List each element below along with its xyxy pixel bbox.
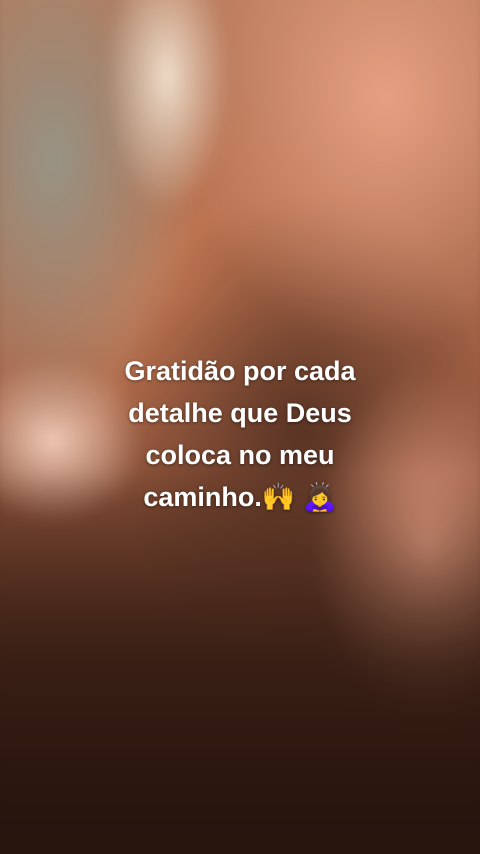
story-view[interactable]: Gratidão por cada detalhe que Deus coloc…: [0, 0, 480, 854]
caption-line: coloca no meu: [145, 440, 335, 470]
caption-line: caminho.🙌 🙇‍♀️: [143, 482, 337, 512]
story-caption: Gratidão por cada detalhe que Deus coloc…: [60, 350, 420, 518]
caption-line: Gratidão por cada: [124, 356, 356, 386]
caption-line: detalhe que Deus: [128, 398, 352, 428]
